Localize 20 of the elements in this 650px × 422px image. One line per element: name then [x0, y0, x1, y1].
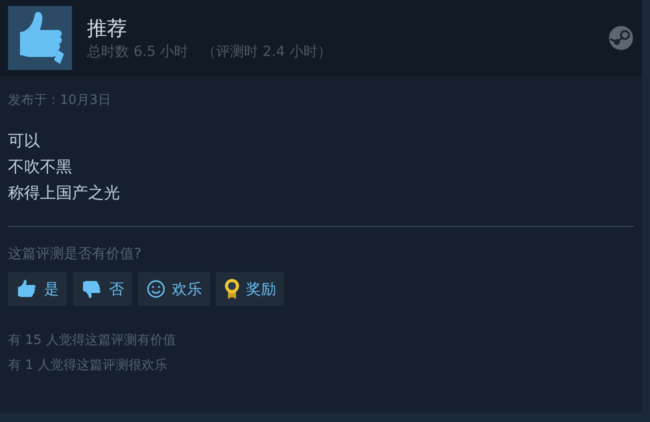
playtime-text: 总时数 6.5 小时	[87, 43, 188, 61]
recommendation-title: 推荐	[87, 15, 128, 41]
steam-logo-icon	[608, 25, 634, 51]
funny-vote-button[interactable]: 欢乐	[138, 272, 210, 306]
thumbs-down-icon	[81, 279, 103, 299]
review-playtime-text: （评测时 2.4 小时）	[202, 43, 332, 61]
vote-count-text: 有 15 人觉得这篇评测有价值	[8, 332, 177, 350]
helpful-question: 这篇评测是否有价值?	[8, 245, 142, 264]
yes-vote-button[interactable]: 是	[8, 272, 67, 306]
thumbs-up-icon	[16, 279, 38, 299]
review-text: 称得上国产之光	[8, 182, 121, 204]
smiley-icon	[146, 279, 166, 299]
review-text: 可以	[8, 130, 41, 152]
award-vote-button[interactable]: 奖励	[216, 272, 284, 306]
vote-count-text: 有 1 人觉得这篇评测很欢乐	[8, 357, 169, 375]
no-vote-button[interactable]: 否	[73, 272, 132, 306]
award-medal-icon	[224, 278, 240, 300]
posted-date: 发布于：10月3日	[8, 92, 112, 110]
review-text: 不吹不黑	[8, 156, 73, 178]
thumbs-up-icon	[8, 6, 72, 70]
